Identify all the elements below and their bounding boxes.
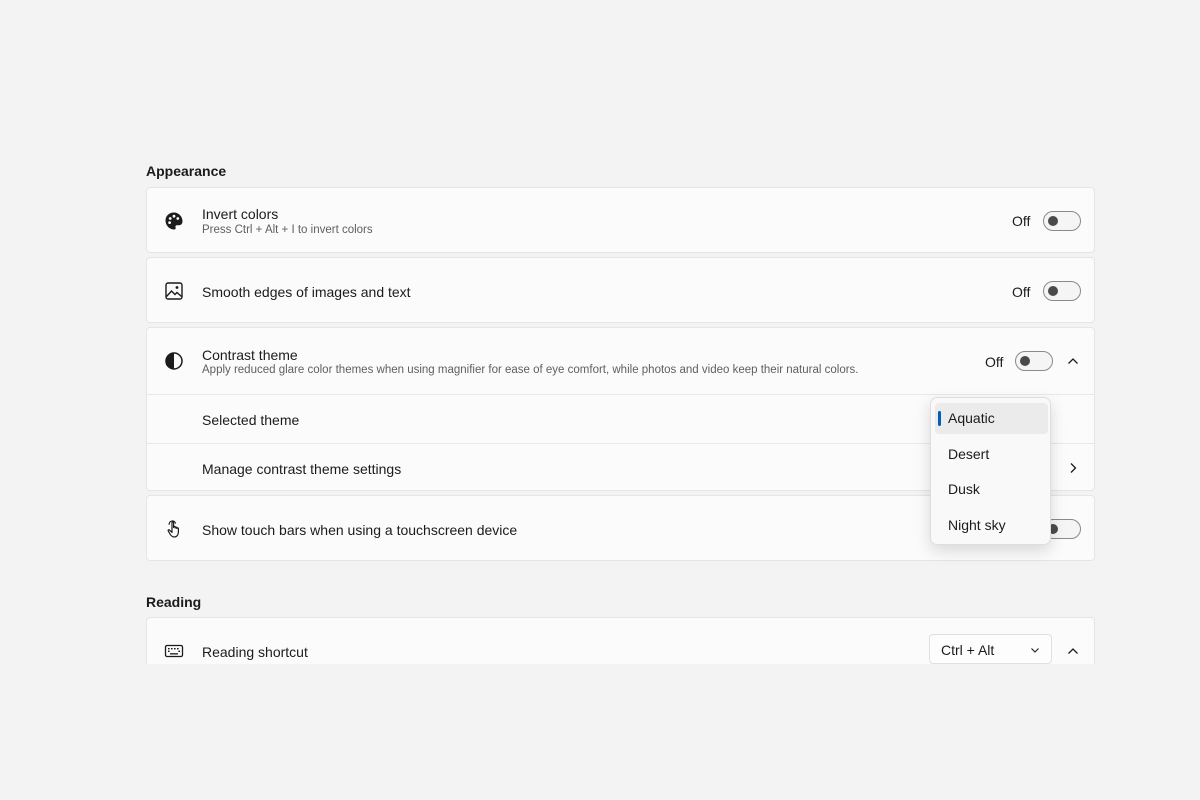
- contrast-theme-toggle[interactable]: [1015, 351, 1053, 371]
- keyboard-icon: [164, 641, 184, 661]
- contrast-theme-subtitle: Apply reduced glare color themes when us…: [202, 364, 859, 376]
- contrast-theme-title: Contrast theme: [202, 347, 298, 363]
- theme-dropdown: Aquatic Desert Dusk Night sky: [930, 397, 1051, 545]
- invert-colors-subtitle: Press Ctrl + Alt + I to invert colors: [202, 224, 373, 236]
- contrast-theme-state: Off: [985, 354, 1004, 370]
- theme-option-night-sky[interactable]: Night sky: [935, 510, 1048, 541]
- chevron-right-icon: [1066, 461, 1080, 475]
- contrast-theme-header[interactable]: Contrast theme Apply reduced glare color…: [147, 328, 1094, 394]
- invert-colors-toggle[interactable]: [1043, 211, 1081, 231]
- invert-colors-state: Off: [1012, 213, 1031, 229]
- theme-option-label: Aquatic: [948, 410, 995, 426]
- reading-shortcut-combobox[interactable]: Ctrl + Alt: [929, 634, 1052, 664]
- toggle-knob: [1048, 216, 1058, 226]
- invert-colors-title: Invert colors: [202, 206, 279, 222]
- smooth-edges-title: Smooth edges of images and text: [202, 284, 411, 300]
- theme-option-label: Desert: [948, 446, 990, 462]
- appearance-section-title: Appearance: [146, 163, 227, 179]
- reading-shortcut-value: Ctrl + Alt: [941, 642, 995, 658]
- chevron-down-icon: [1029, 644, 1041, 656]
- toggle-knob: [1048, 286, 1058, 296]
- chevron-up-icon[interactable]: [1066, 644, 1080, 658]
- theme-option-label: Night sky: [948, 517, 1006, 533]
- settings-viewport: Appearance Invert colors Press Ctrl + Al…: [0, 0, 1200, 664]
- image-icon: [164, 281, 184, 301]
- palette-icon: [164, 211, 184, 231]
- smooth-edges-card[interactable]: Smooth edges of images and text Off: [146, 257, 1095, 323]
- reading-section-title: Reading: [146, 594, 202, 610]
- reading-shortcut-title: Reading shortcut: [202, 644, 308, 660]
- manage-contrast-theme-label: Manage contrast theme settings: [202, 461, 402, 477]
- chevron-up-icon[interactable]: [1066, 354, 1080, 368]
- selected-theme-label: Selected theme: [202, 412, 300, 428]
- selection-indicator: [938, 411, 941, 426]
- contrast-icon: [164, 351, 184, 371]
- theme-option-desert[interactable]: Desert: [935, 439, 1048, 470]
- smooth-edges-state: Off: [1012, 284, 1031, 300]
- toggle-knob: [1020, 356, 1030, 366]
- smooth-edges-toggle[interactable]: [1043, 281, 1081, 301]
- touch-icon: [164, 519, 184, 539]
- touch-bars-title: Show touch bars when using a touchscreen…: [202, 522, 518, 538]
- theme-option-label: Dusk: [948, 481, 980, 497]
- theme-option-dusk[interactable]: Dusk: [935, 474, 1048, 505]
- invert-colors-card[interactable]: Invert colors Press Ctrl + Alt + I to in…: [146, 187, 1095, 253]
- theme-option-aquatic[interactable]: Aquatic: [935, 403, 1048, 434]
